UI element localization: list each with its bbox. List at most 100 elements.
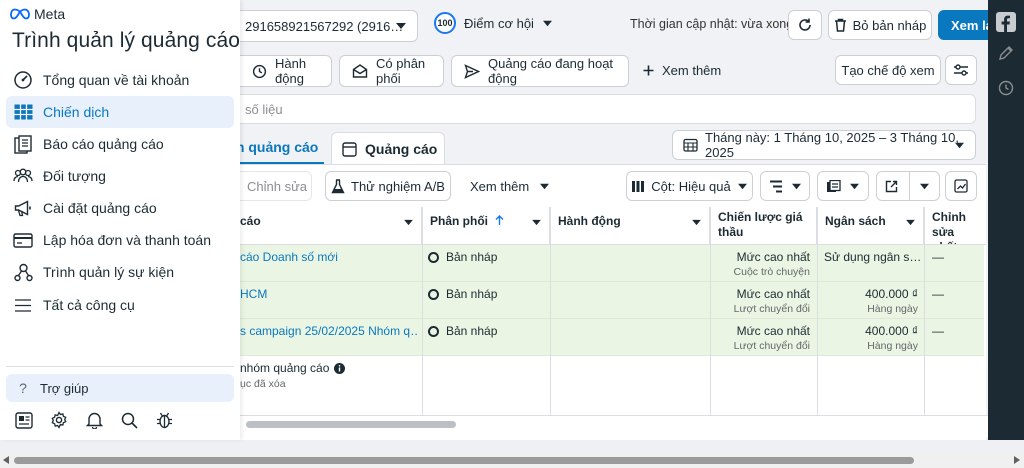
- export-button[interactable]: [876, 171, 940, 201]
- sidebar-item-ad-settings[interactable]: Cài đặt quảng cáo: [6, 192, 234, 224]
- more-filters-button[interactable]: Xem thêm: [643, 63, 721, 78]
- credit-card-icon: [12, 229, 34, 251]
- bid-strategy-goal: Lượt chuyển đổi: [733, 303, 810, 315]
- filter-settings-button[interactable]: [945, 55, 977, 85]
- date-range-picker[interactable]: Tháng này: 1 Tháng 10, 2025 – 3 Tháng 10…: [672, 130, 976, 160]
- ad-account-selector[interactable]: 291658921567292 (2916…: [232, 10, 418, 42]
- bid-strategy-goal: Cuộc trò chuyện: [733, 266, 810, 278]
- column-header-label: Hành động: [558, 214, 621, 228]
- info-icon[interactable]: [334, 362, 346, 374]
- last-updated-text: Thời gian cập nhật: vừa xong: [630, 17, 794, 31]
- window-scrollbar-thumb[interactable]: [14, 457, 914, 464]
- sidebar-item-label: Cài đặt quảng cáo: [43, 200, 157, 216]
- audience-people-icon: [12, 165, 34, 187]
- ab-test-button[interactable]: Thử nghiệm A/B: [325, 171, 451, 201]
- chevron-down-icon: [542, 19, 553, 28]
- budget-period: Hàng ngày: [867, 303, 918, 315]
- review-publish-button[interactable]: Xem lại: [938, 10, 990, 40]
- table-scrollbar-thumb[interactable]: [246, 421, 456, 428]
- campaign-name-link[interactable]: s campaign 25/02/2025 Nhóm q…: [240, 324, 418, 338]
- meta-wordmark: Meta: [34, 6, 66, 22]
- filter-chip-active-ads[interactable]: Quảng cáo đang hoạt động: [451, 55, 629, 87]
- events-graph-icon: [12, 261, 34, 283]
- opportunity-score[interactable]: 100 Điểm cơ hội: [434, 12, 553, 34]
- tab-campaigns[interactable]: m quảng cáo: [232, 132, 324, 165]
- caret-down-icon: [404, 219, 413, 226]
- last-edit-value: —: [932, 324, 944, 338]
- filter-chip-delivery[interactable]: Có phân phối: [339, 55, 444, 87]
- sidebar-item-campaigns[interactable]: Chiến dịch: [6, 96, 234, 128]
- chevron-down-icon: [395, 21, 407, 31]
- bug-report-icon[interactable]: [153, 410, 175, 430]
- draft-status-icon: [428, 288, 439, 300]
- settings-gear-icon[interactable]: [48, 410, 70, 430]
- charts-button[interactable]: [945, 171, 977, 201]
- column-header-delivery[interactable]: Phân phối: [422, 207, 550, 245]
- draft-status-icon: [428, 325, 439, 337]
- ad-account-label: 291658921567292 (2916…: [245, 18, 404, 34]
- refresh-button[interactable]: [788, 10, 822, 40]
- column-divider: [550, 207, 551, 415]
- column-header-budget[interactable]: Ngân sách: [817, 207, 924, 245]
- sidebar-item-ad-reports[interactable]: Báo cáo quảng cáo: [6, 128, 234, 160]
- column-divider: [924, 207, 925, 415]
- chevron-down-icon: [849, 182, 860, 191]
- delivery-status-label: Bản nháp: [446, 287, 498, 301]
- split-divider: [909, 172, 910, 200]
- column-header-actions[interactable]: Hành động: [550, 207, 710, 245]
- meta-logo[interactable]: Meta: [10, 6, 65, 22]
- column-header-bid-strategy[interactable]: Chiến lược giá thầu: [710, 207, 817, 245]
- news-feed-icon[interactable]: [13, 410, 35, 430]
- review-publish-label: Xem lại: [951, 17, 989, 33]
- bid-strategy-value: Mức cao nhất: [736, 250, 810, 264]
- campaign-name-link[interactable]: HCM: [240, 287, 267, 301]
- breakdown-dropdown[interactable]: [760, 171, 810, 201]
- summary-sublabel: ục đã xóa: [240, 378, 286, 390]
- search-icon[interactable]: [118, 410, 140, 430]
- toolbar-more-button[interactable]: Xem thêm: [470, 179, 550, 194]
- sidebar-item-all-tools[interactable]: Tất cả công cụ: [6, 289, 234, 321]
- facebook-icon[interactable]: [996, 12, 1016, 32]
- send-icon: [464, 63, 480, 79]
- edit-pencil-icon[interactable]: [998, 45, 1014, 61]
- help-button[interactable]: ? Trợ giúp: [6, 374, 234, 402]
- app-title: Trình quản lý quảng cáo: [12, 29, 241, 52]
- sidebar-divider: [6, 366, 234, 367]
- filter-chip-actions[interactable]: Hành động: [240, 55, 332, 87]
- sliders-icon: [953, 63, 969, 77]
- budget-period: Hàng ngày: [867, 340, 918, 352]
- columns-dropdown[interactable]: Cột: Hiệu quả: [626, 171, 753, 201]
- dashboard-gauge-icon: [12, 69, 34, 91]
- draft-status-icon: [428, 251, 439, 263]
- mail-icon: [352, 64, 368, 78]
- sidebar-item-label: Tất cả công cụ: [43, 297, 135, 313]
- sidebar-item-account-overview[interactable]: Tổng quan về tài khoản: [6, 64, 234, 96]
- reports-dropdown[interactable]: [817, 171, 869, 201]
- sidebar-item-billing[interactable]: Lập hóa đơn và thanh toán: [6, 224, 234, 256]
- column-header-last-edit[interactable]: Chỉnh sửa nhất: [924, 207, 986, 245]
- chevron-down-icon: [791, 182, 802, 191]
- search-filter-input[interactable]: số liệu: [232, 94, 976, 124]
- columns-label: Cột: Hiệu quả: [651, 178, 731, 194]
- notifications-bell-icon[interactable]: [83, 410, 105, 430]
- plus-icon: [643, 65, 654, 76]
- filter-chip-label: Có phân phối: [376, 56, 426, 86]
- opportunity-score-label: Điểm cơ hội: [464, 15, 534, 31]
- scroll-right-arrow-icon[interactable]: [1014, 456, 1020, 464]
- column-header-name[interactable]: cáo: [232, 207, 422, 245]
- history-clock-icon[interactable]: [998, 80, 1014, 96]
- discard-drafts-button[interactable]: Bỏ bản nháp: [828, 10, 932, 40]
- sidebar-item-audiences[interactable]: Đối tượng: [6, 160, 234, 192]
- columns-icon: [631, 180, 645, 193]
- more-filters-label: Xem thêm: [662, 63, 722, 78]
- column-header-label: Ngân sách: [825, 214, 886, 228]
- scroll-left-arrow-icon[interactable]: [3, 456, 9, 464]
- chevron-down-icon: [919, 182, 930, 191]
- sidebar-item-events-manager[interactable]: Trình quản lý sự kiện: [6, 256, 234, 288]
- create-view-button[interactable]: Tạo chế độ xem: [835, 55, 941, 85]
- sidebar-item-label: Đối tượng: [43, 168, 106, 184]
- column-header-label: Chiến lược giá thầu: [718, 210, 803, 239]
- tab-ads[interactable]: Quảng cáo: [331, 132, 445, 165]
- summary-label: nhóm quảng cáo: [240, 361, 330, 375]
- campaign-name-link[interactable]: cáo Doanh số mới: [240, 250, 338, 264]
